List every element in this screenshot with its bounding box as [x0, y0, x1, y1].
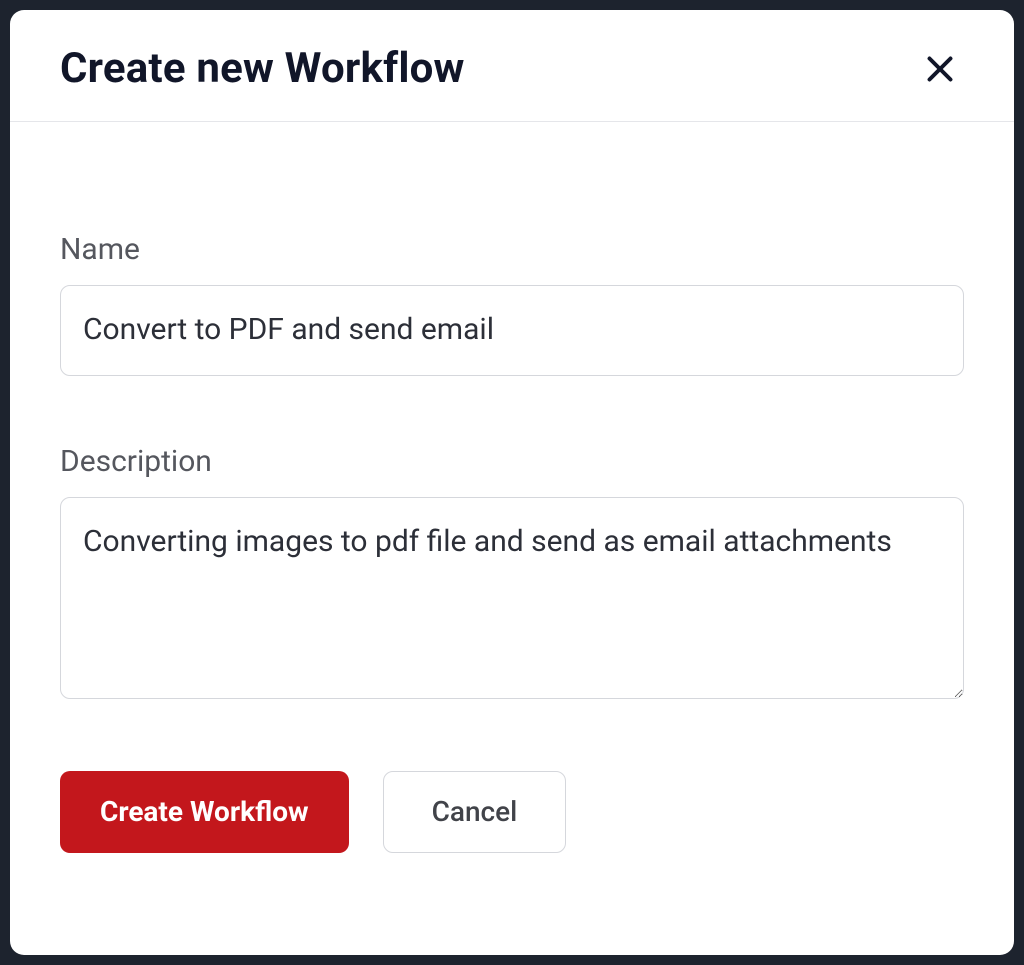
name-input[interactable]: [60, 285, 964, 376]
create-workflow-button[interactable]: Create Workflow: [60, 771, 349, 853]
dialog-actions: Create Workflow Cancel: [60, 771, 964, 853]
close-icon: [922, 51, 958, 87]
dialog-header: Create new Workflow: [10, 10, 1014, 122]
dialog-body: Name Description Create Workflow Cancel: [10, 122, 1014, 893]
description-field: Description: [60, 444, 964, 703]
create-workflow-dialog: Create new Workflow Name Description Cre…: [10, 10, 1014, 955]
name-field: Name: [60, 232, 964, 376]
dialog-title: Create new Workflow: [60, 44, 465, 93]
description-input[interactable]: [60, 497, 964, 699]
name-label: Name: [60, 232, 964, 267]
description-label: Description: [60, 444, 964, 479]
close-button[interactable]: [916, 45, 964, 93]
cancel-button[interactable]: Cancel: [383, 771, 567, 853]
